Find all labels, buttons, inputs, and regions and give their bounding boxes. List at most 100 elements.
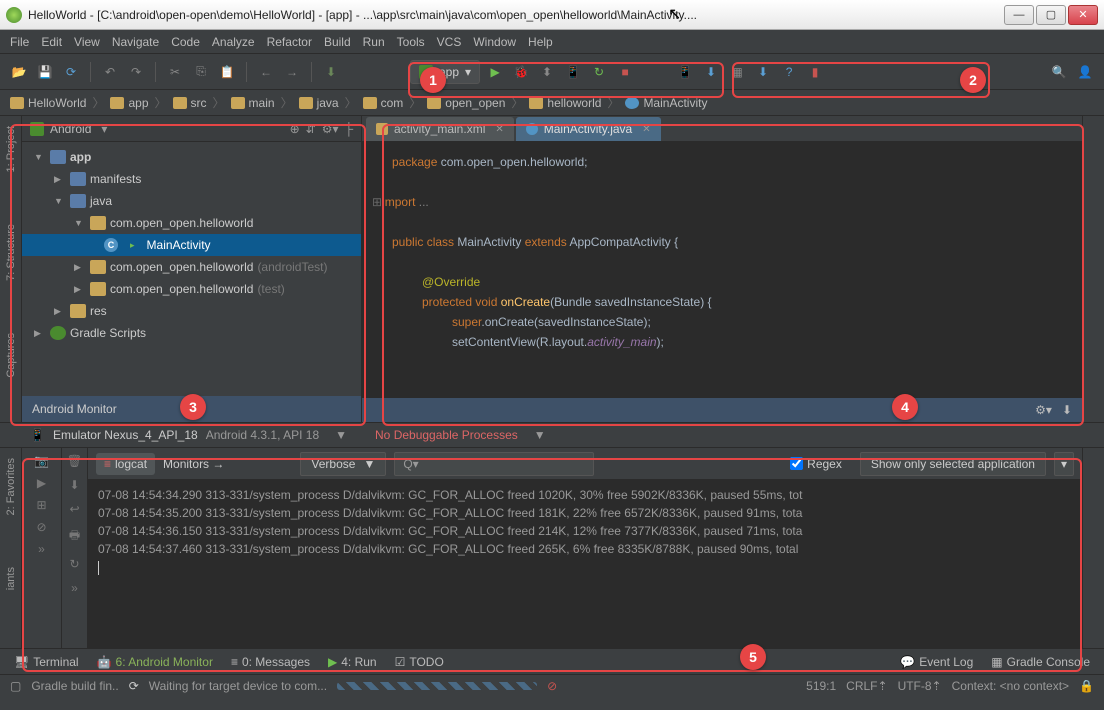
tab-messages[interactable]: ≡0: Messages: [231, 655, 310, 669]
menu-file[interactable]: File: [10, 35, 29, 49]
menu-help[interactable]: Help: [528, 35, 553, 49]
maximize-button[interactable]: ▢: [1036, 5, 1066, 25]
bc-src[interactable]: src: [173, 96, 207, 110]
system-icon[interactable]: ⊞: [36, 498, 46, 512]
sync-icon[interactable]: ⟳: [60, 61, 82, 83]
menu-code[interactable]: Code: [171, 35, 200, 49]
sdk-icon[interactable]: ⬇: [700, 61, 722, 83]
context-label[interactable]: Context: <no context>: [952, 679, 1069, 693]
theme-icon[interactable]: ⬇: [752, 61, 774, 83]
back-icon[interactable]: ←: [255, 61, 277, 83]
line-ending[interactable]: CRLF⇡: [846, 679, 887, 693]
filter-dropdown[interactable]: ▾: [1054, 452, 1074, 476]
menu-navigate[interactable]: Navigate: [112, 35, 159, 49]
stop-icon[interactable]: ■: [614, 61, 636, 83]
menu-build[interactable]: Build: [324, 35, 351, 49]
log-level-selector[interactable]: Verbose▼: [300, 452, 386, 476]
tab-captures[interactable]: Captures: [3, 327, 19, 384]
menu-refactor[interactable]: Refactor: [267, 35, 312, 49]
hide-icon[interactable]: ├: [344, 122, 353, 136]
print-icon[interactable]: 🖶: [69, 526, 80, 547]
tab-todo[interactable]: ☑TODO: [395, 655, 444, 669]
tree-gradle[interactable]: ▶Gradle Scripts: [22, 322, 361, 344]
more-icon[interactable]: »: [38, 542, 45, 556]
help-icon[interactable]: ?: [778, 61, 800, 83]
tab-favorites[interactable]: 2: Favorites: [3, 452, 19, 521]
layout-icon[interactable]: ▦: [726, 61, 748, 83]
tree-mainactivity[interactable]: C▸MainActivity: [22, 234, 361, 256]
bc-com[interactable]: com: [363, 96, 404, 110]
forward-icon[interactable]: →: [281, 61, 303, 83]
tab-activity-xml[interactable]: activity_main.xml✕: [366, 117, 514, 141]
open-icon[interactable]: 📂: [8, 61, 30, 83]
scroll-icon[interactable]: ⬇: [69, 478, 79, 492]
undo-icon[interactable]: ↶: [99, 61, 121, 83]
debug-icon[interactable]: 🐞: [510, 61, 532, 83]
project-view-label[interactable]: Android: [50, 122, 91, 136]
tab-event-log[interactable]: 💬Event Log: [900, 655, 973, 669]
close-tab-icon[interactable]: ✕: [642, 124, 650, 135]
target-icon[interactable]: ⊕: [290, 122, 300, 136]
build-icon[interactable]: ⬇: [320, 61, 342, 83]
bc-helloworld[interactable]: helloworld: [529, 96, 601, 110]
tree-pkg3[interactable]: ▶com.open_open.helloworld (test): [22, 278, 361, 300]
tree-java[interactable]: ▼java: [22, 190, 361, 212]
download-icon[interactable]: ⬇: [1062, 403, 1072, 417]
search-icon[interactable]: 🔍: [1048, 61, 1070, 83]
bc-main[interactable]: main: [231, 96, 275, 110]
tab-run[interactable]: ▶4: Run: [328, 655, 377, 669]
tree-app[interactable]: ▼app: [22, 146, 361, 168]
run-icon[interactable]: ▶: [484, 61, 506, 83]
menu-tools[interactable]: Tools: [397, 35, 425, 49]
menu-vcs[interactable]: VCS: [437, 35, 462, 49]
encoding[interactable]: UTF-8⇡: [898, 679, 942, 693]
regex-checkbox[interactable]: Regex: [790, 457, 842, 471]
minimize-button[interactable]: —: [1004, 5, 1034, 25]
user-icon[interactable]: 👤: [1074, 61, 1096, 83]
close-button[interactable]: ✕: [1068, 5, 1098, 25]
lock-icon[interactable]: 🔒: [1079, 679, 1094, 693]
menu-window[interactable]: Window: [473, 35, 516, 49]
close-tab-icon[interactable]: ✕: [495, 124, 503, 135]
bc-java[interactable]: java: [299, 96, 339, 110]
logcat-output[interactable]: 07-08 14:54:34.290 313-331/system_proces…: [88, 480, 1082, 648]
filter-selector[interactable]: Show only selected application: [860, 452, 1046, 476]
paste-icon[interactable]: 📋: [216, 61, 238, 83]
bc-openopen[interactable]: open_open: [427, 96, 505, 110]
save-icon[interactable]: 💾: [34, 61, 56, 83]
tab-variants[interactable]: iants: [3, 561, 19, 596]
attach-icon[interactable]: 📱: [562, 61, 584, 83]
log-search-input[interactable]: Q▾: [394, 452, 594, 476]
tab-android-monitor[interactable]: 🤖6: Android Monitor: [97, 655, 213, 669]
collapse-icon[interactable]: ⇵: [306, 122, 316, 136]
trash-icon[interactable]: 🗑: [67, 454, 82, 468]
cursor-position[interactable]: 519:1: [806, 679, 836, 693]
restart-icon[interactable]: ↻: [69, 557, 79, 571]
terminate-icon[interactable]: ⊘: [36, 520, 46, 534]
menu-view[interactable]: View: [74, 35, 100, 49]
tree-pkg1[interactable]: ▼com.open_open.helloworld: [22, 212, 361, 234]
device-label[interactable]: Emulator Nexus_4_API_18: [53, 428, 198, 442]
tab-monitors[interactable]: Monitors →: [163, 457, 224, 471]
tab-project[interactable]: 1: Project: [3, 120, 19, 178]
resource-icon[interactable]: ▮: [804, 61, 826, 83]
settings-icon[interactable]: ⚙▾: [322, 122, 339, 136]
cut-icon[interactable]: ✂: [164, 61, 186, 83]
menu-analyze[interactable]: Analyze: [212, 35, 255, 49]
avd-icon[interactable]: 📱: [674, 61, 696, 83]
menu-run[interactable]: Run: [363, 35, 385, 49]
tab-terminal[interactable]: 🖥Terminal: [14, 655, 79, 669]
tree-pkg2[interactable]: ▶com.open_open.helloworld (androidTest): [22, 256, 361, 278]
tab-gradle-console[interactable]: ▦Gradle Console: [991, 655, 1090, 669]
more-icon[interactable]: »: [71, 581, 78, 595]
wrap-icon[interactable]: ↩: [69, 502, 79, 516]
tree-manifests[interactable]: ▶manifests: [22, 168, 361, 190]
menu-edit[interactable]: Edit: [41, 35, 62, 49]
profile-icon[interactable]: ⬍: [536, 61, 558, 83]
bc-mainactivity[interactable]: MainActivity: [625, 96, 707, 110]
chevron-down-icon[interactable]: ▼: [534, 428, 546, 442]
tab-mainactivity-java[interactable]: MainActivity.java✕: [516, 117, 661, 141]
code-editor[interactable]: package com.open_open.helloworld; ⊞impor…: [362, 142, 1082, 398]
play-icon[interactable]: ▶: [37, 476, 46, 490]
tree-res[interactable]: ▶res: [22, 300, 361, 322]
